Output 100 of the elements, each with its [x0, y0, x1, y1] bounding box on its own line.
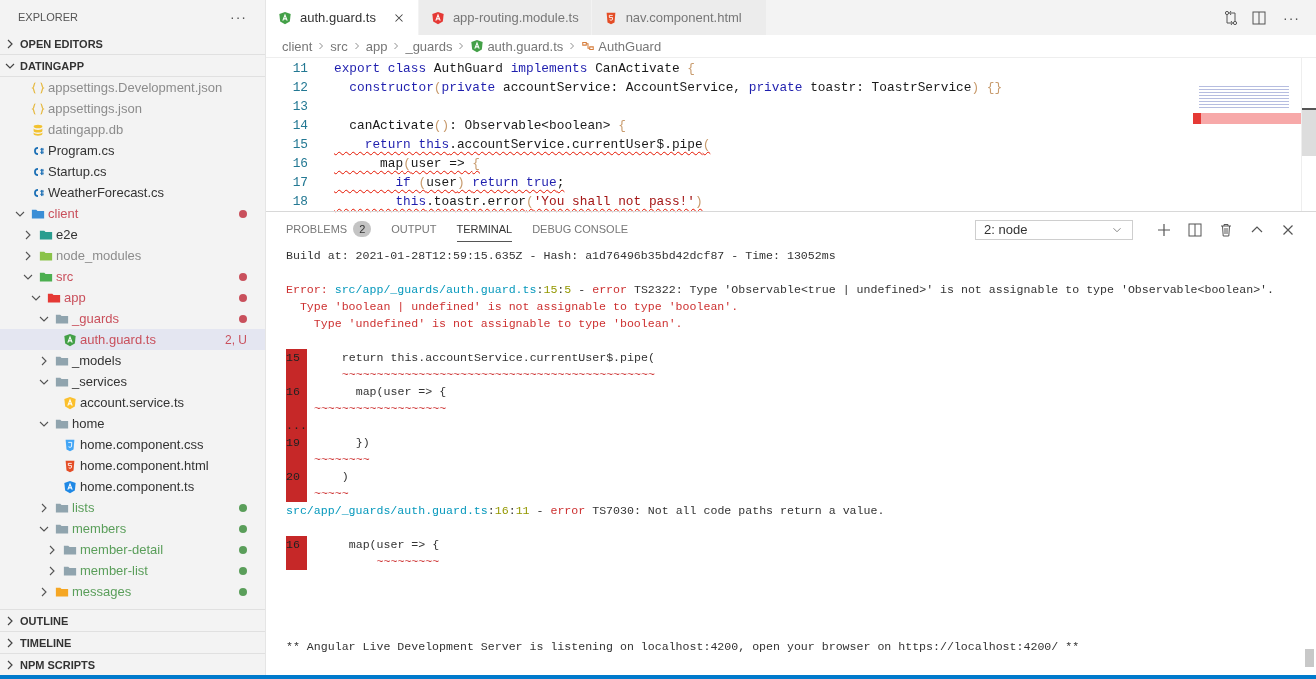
line-number: 18 — [291, 194, 309, 209]
file-tree-item[interactable]: datingapp.db — [0, 119, 265, 140]
split-terminal-icon[interactable] — [1187, 221, 1203, 238]
panel-tab[interactable]: TERMINAL — [456, 217, 513, 242]
code-line: this.toastr.error('You shall not pass!') — [394, 194, 703, 209]
file-tree-item[interactable]: e2e — [0, 224, 265, 245]
terminal-line: Error: src/app/_guards/auth.guard.ts:15:5 - error TS2322: Type 'Observable<true | undefined>' is not assignable to type 'Observable<boolean>'. — [286, 283, 1274, 296]
error-gutter: 20 — [286, 468, 307, 485]
file-name: account.service.ts — [80, 395, 186, 410]
file-tree-item[interactable]: node_modules — [0, 245, 265, 266]
panel-tab[interactable]: DEBUG CONSOLE — [532, 217, 629, 242]
file-name: src — [56, 269, 75, 284]
error-gutter — [286, 553, 307, 570]
editor-tab[interactable]: auth.guard.ts — [266, 0, 419, 35]
file-tree-item[interactable]: _guards — [0, 308, 265, 329]
line-number: 12 — [291, 80, 309, 95]
line-number: 16 — [291, 156, 309, 171]
shield-icon — [63, 479, 77, 494]
file-tree-item[interactable]: home.component.css — [0, 434, 265, 455]
breadcrumb-item[interactable]: client — [282, 38, 313, 54]
code-line: constructor(private accountService: AccountService, private toastr: ToastrService) {} — [348, 80, 1003, 95]
section-header[interactable]: OUTLINE — [0, 609, 265, 631]
panel-tab[interactable]: PROBLEMS 2 — [286, 217, 372, 242]
file-tree-item[interactable]: client — [0, 203, 265, 224]
file-name: member-list — [80, 563, 149, 578]
shield-icon — [278, 10, 292, 25]
terminal-line: ** Angular Live Development Server is listening on localhost:4200, open your browser on https://localhost:4200/ ** — [286, 640, 1080, 653]
terminal-line: Type 'boolean | undefined' is not assignable to type 'boolean'. — [298, 300, 739, 313]
file-tree-item[interactable]: Program.cs — [0, 140, 265, 161]
terminal-line: ) — [340, 470, 349, 483]
braces-icon — [31, 101, 45, 116]
file-tree-item[interactable]: _services — [0, 371, 265, 392]
terminal-dropdown[interactable]: 2: node — [975, 219, 1133, 240]
split-editor-icon[interactable] — [1251, 9, 1267, 26]
file-name: _models — [72, 353, 123, 368]
file-tree-item[interactable]: appsettings.json — [0, 98, 265, 119]
html-icon — [63, 458, 77, 473]
css-icon — [63, 437, 77, 452]
file-tree-item[interactable]: app — [0, 287, 265, 308]
breadcrumb-item[interactable]: src — [330, 38, 348, 54]
file-name: appsettings.Development.json — [48, 80, 224, 95]
file-name: messages — [72, 584, 133, 599]
breadcrumb-item[interactable]: _guards — [405, 38, 453, 54]
file-name: client — [48, 206, 80, 221]
file-tree-item[interactable]: appsettings.Development.json — [0, 77, 265, 98]
file-name: _guards — [72, 311, 120, 326]
scrollbar[interactable] — [1301, 58, 1316, 211]
file-tree-item[interactable]: members — [0, 518, 265, 539]
file-tree-item[interactable]: src — [0, 266, 265, 287]
editor-tab[interactable]: nav.component.html — [591, 0, 767, 35]
braces-icon — [31, 80, 45, 95]
terminal-line: ~~~~~~~~ — [312, 453, 370, 466]
line-number: 11 — [291, 61, 309, 76]
plus-icon[interactable] — [1156, 221, 1172, 238]
terminal-line: src/app/_guards/auth.guard.ts:16:11 - error TS7030: Not all code paths return a value. — [286, 504, 885, 517]
scrollbar[interactable] — [1305, 649, 1314, 667]
breadcrumb-item[interactable]: auth.guard.ts — [487, 38, 564, 54]
terminal-line: Type 'undefined' is not assignable to type 'boolean'. — [312, 317, 683, 330]
problem-count: 2, U — [225, 332, 247, 347]
file-tree-item[interactable]: messages — [0, 581, 265, 602]
code-line: if (user) return true; — [394, 175, 565, 190]
file-tree-item[interactable]: member-detail — [0, 539, 265, 560]
file-tree-item[interactable]: account.service.ts — [0, 392, 265, 413]
file-name: auth.guard.ts — [80, 332, 157, 347]
file-name: node_modules — [56, 248, 143, 263]
code-line: canActivate(): Observable<boolean> { — [348, 118, 626, 133]
panel-tab[interactable]: OUTPUT — [391, 217, 437, 242]
file-name: home.component.css — [80, 437, 205, 452]
file-tree-item[interactable]: member-list — [0, 560, 265, 581]
line-number: 13 — [291, 99, 309, 114]
file-tree-item[interactable]: auth.guard.ts 2, U — [0, 329, 265, 350]
shield-icon — [430, 10, 445, 25]
section-header[interactable]: TIMELINE — [0, 631, 265, 653]
more-actions-button[interactable]: ··· — [1279, 9, 1304, 26]
editor-tab[interactable]: app-routing.module.ts — [418, 0, 592, 35]
line-number: 14 — [291, 118, 309, 133]
section-header[interactable]: DATINGAPP — [0, 55, 265, 77]
file-tree-item[interactable]: WeatherForecast.cs — [0, 182, 265, 203]
trash-icon[interactable] — [1218, 221, 1234, 238]
more-actions-button[interactable]: ··· — [226, 8, 251, 25]
error-gutter: 16 — [286, 536, 307, 553]
compare-changes-icon[interactable] — [1223, 9, 1239, 26]
error-gutter: 16 — [286, 383, 307, 400]
breadcrumb-item[interactable]: AuthGuard — [598, 38, 662, 54]
file-tree-item[interactable]: home — [0, 413, 265, 434]
file-tree-item[interactable]: home.component.html — [0, 455, 265, 476]
file-tree-item[interactable]: lists — [0, 497, 265, 518]
error-gutter: 19 — [286, 434, 307, 451]
terminal-line: ~~~~~ — [312, 487, 349, 500]
file-name: Startup.cs — [48, 164, 108, 179]
terminal-line: return this.accountService.currentUser$.pipe( — [340, 351, 655, 364]
file-name: lists — [72, 500, 96, 515]
file-tree-item[interactable]: Startup.cs — [0, 161, 265, 182]
file-name: home.component.ts — [80, 479, 196, 494]
file-tree-item[interactable]: _models — [0, 350, 265, 371]
terminal-line: map(user => { — [347, 538, 440, 551]
breadcrumb-item[interactable]: app — [365, 38, 388, 54]
error-gutter — [286, 485, 307, 502]
section-header[interactable]: OPEN EDITORS — [0, 33, 265, 55]
file-tree-item[interactable]: home.component.ts — [0, 476, 265, 497]
